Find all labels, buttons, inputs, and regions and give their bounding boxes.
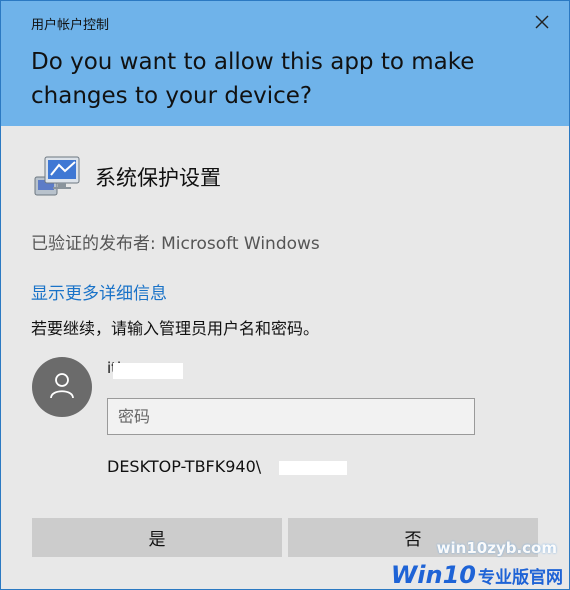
redaction-mark: [113, 363, 183, 379]
account-domain: DESKTOP-TBFK940\: [107, 457, 262, 476]
uac-dialog: 用户帐户控制 Do you want to allow this app to …: [0, 0, 570, 590]
dialog-headline: Do you want to allow this app to make ch…: [31, 49, 475, 109]
show-more-details-link[interactable]: 显示更多详细信息: [31, 279, 167, 304]
avatar: [32, 357, 92, 417]
yes-button[interactable]: 是: [32, 518, 282, 557]
redaction-mark: [279, 461, 347, 475]
user-icon: [47, 370, 77, 404]
watermark-brand: Win10 专业版官网: [391, 561, 563, 589]
app-info: 系统保护设置: [31, 153, 221, 201]
password-input[interactable]: [107, 398, 475, 435]
verified-publisher: 已验证的发布者: Microsoft Windows: [31, 234, 320, 254]
close-icon: [535, 14, 549, 33]
credential-instruction: 若要继续，请输入管理员用户名和密码。: [31, 319, 320, 338]
window-title: 用户帐户控制: [31, 18, 110, 33]
watermark-brand-cn: 专业版官网: [478, 568, 563, 588]
watermark-site: win10zyb.com: [436, 539, 557, 557]
app-name: 系统保护设置: [95, 166, 221, 190]
system-protection-icon: [31, 155, 83, 199]
watermark-brand-en: Win10: [390, 561, 476, 589]
close-button[interactable]: [527, 9, 557, 37]
dialog-header: 用户帐户控制 Do you want to allow this app to …: [1, 1, 569, 126]
